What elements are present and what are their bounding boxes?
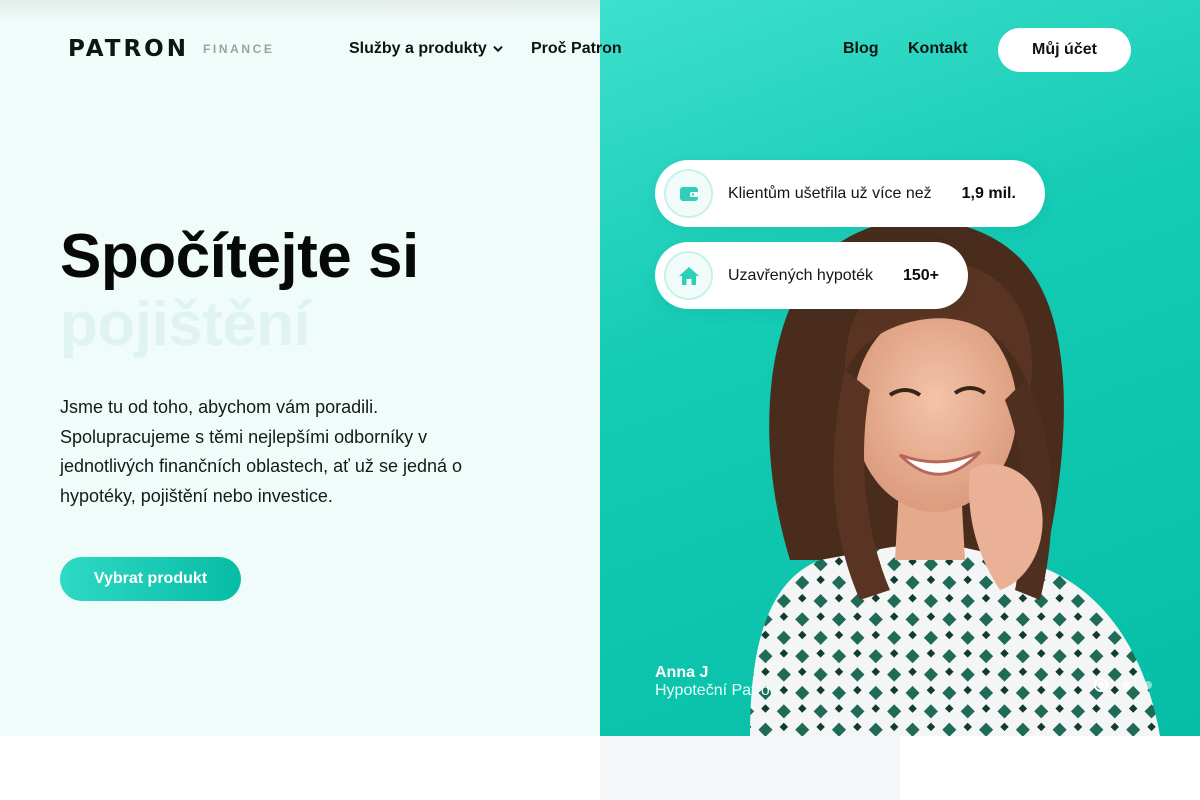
stat-label: Uzavřených hypoték bbox=[728, 266, 873, 284]
page: PATRON FINANCE Služby a produkty Proč Pa… bbox=[0, 0, 1200, 800]
next-section-card bbox=[600, 736, 900, 800]
stat-value: 150+ bbox=[902, 266, 940, 284]
house-icon bbox=[664, 251, 713, 300]
nav-why-patron[interactable]: Proč Patron bbox=[531, 40, 622, 58]
logo-wordmark: PATRON bbox=[68, 36, 189, 62]
carousel-dot[interactable] bbox=[1122, 681, 1130, 689]
nav-services[interactable]: Služby a produkty bbox=[349, 40, 503, 58]
stat-card-savings: Klientům ušetřila už více než 1,9 mil. bbox=[655, 160, 1045, 227]
nav-contact[interactable]: Kontakt bbox=[908, 40, 968, 58]
testimonial-photo bbox=[750, 219, 1160, 736]
logo[interactable]: PATRON FINANCE bbox=[68, 36, 275, 62]
nav-blog[interactable]: Blog bbox=[843, 40, 879, 58]
testimonial-name: Anna J bbox=[655, 664, 709, 681]
choose-product-button[interactable]: Vybrat produkt bbox=[60, 557, 241, 601]
carousel-dots bbox=[1094, 678, 1152, 692]
stat-value: 1,9 mil. bbox=[961, 184, 1016, 202]
wallet-icon bbox=[664, 169, 713, 218]
nav-services-label: Služby a produkty bbox=[349, 40, 487, 57]
hero-photo-panel bbox=[600, 0, 1200, 736]
stat-label: Klientům ušetřila už více než bbox=[728, 184, 932, 202]
chevron-down-icon bbox=[493, 46, 503, 53]
header-shadow bbox=[0, 0, 600, 20]
stat-card-mortgages: Uzavřených hypoték 150+ bbox=[655, 242, 968, 309]
hero-left-panel bbox=[0, 0, 600, 736]
carousel-dot[interactable] bbox=[1094, 678, 1108, 692]
hero-rotating-word: pojištění bbox=[60, 290, 311, 359]
account-button[interactable]: Můj účet bbox=[998, 28, 1131, 72]
logo-subtitle: FINANCE bbox=[202, 42, 275, 56]
carousel-dot[interactable] bbox=[1144, 681, 1152, 689]
testimonial-role: Hypoteční Patron bbox=[655, 682, 779, 699]
hero-headline: Spočítejte si bbox=[60, 222, 419, 291]
hero-lead-text: Jsme tu od toho, abychom vám poradili. S… bbox=[60, 397, 463, 506]
